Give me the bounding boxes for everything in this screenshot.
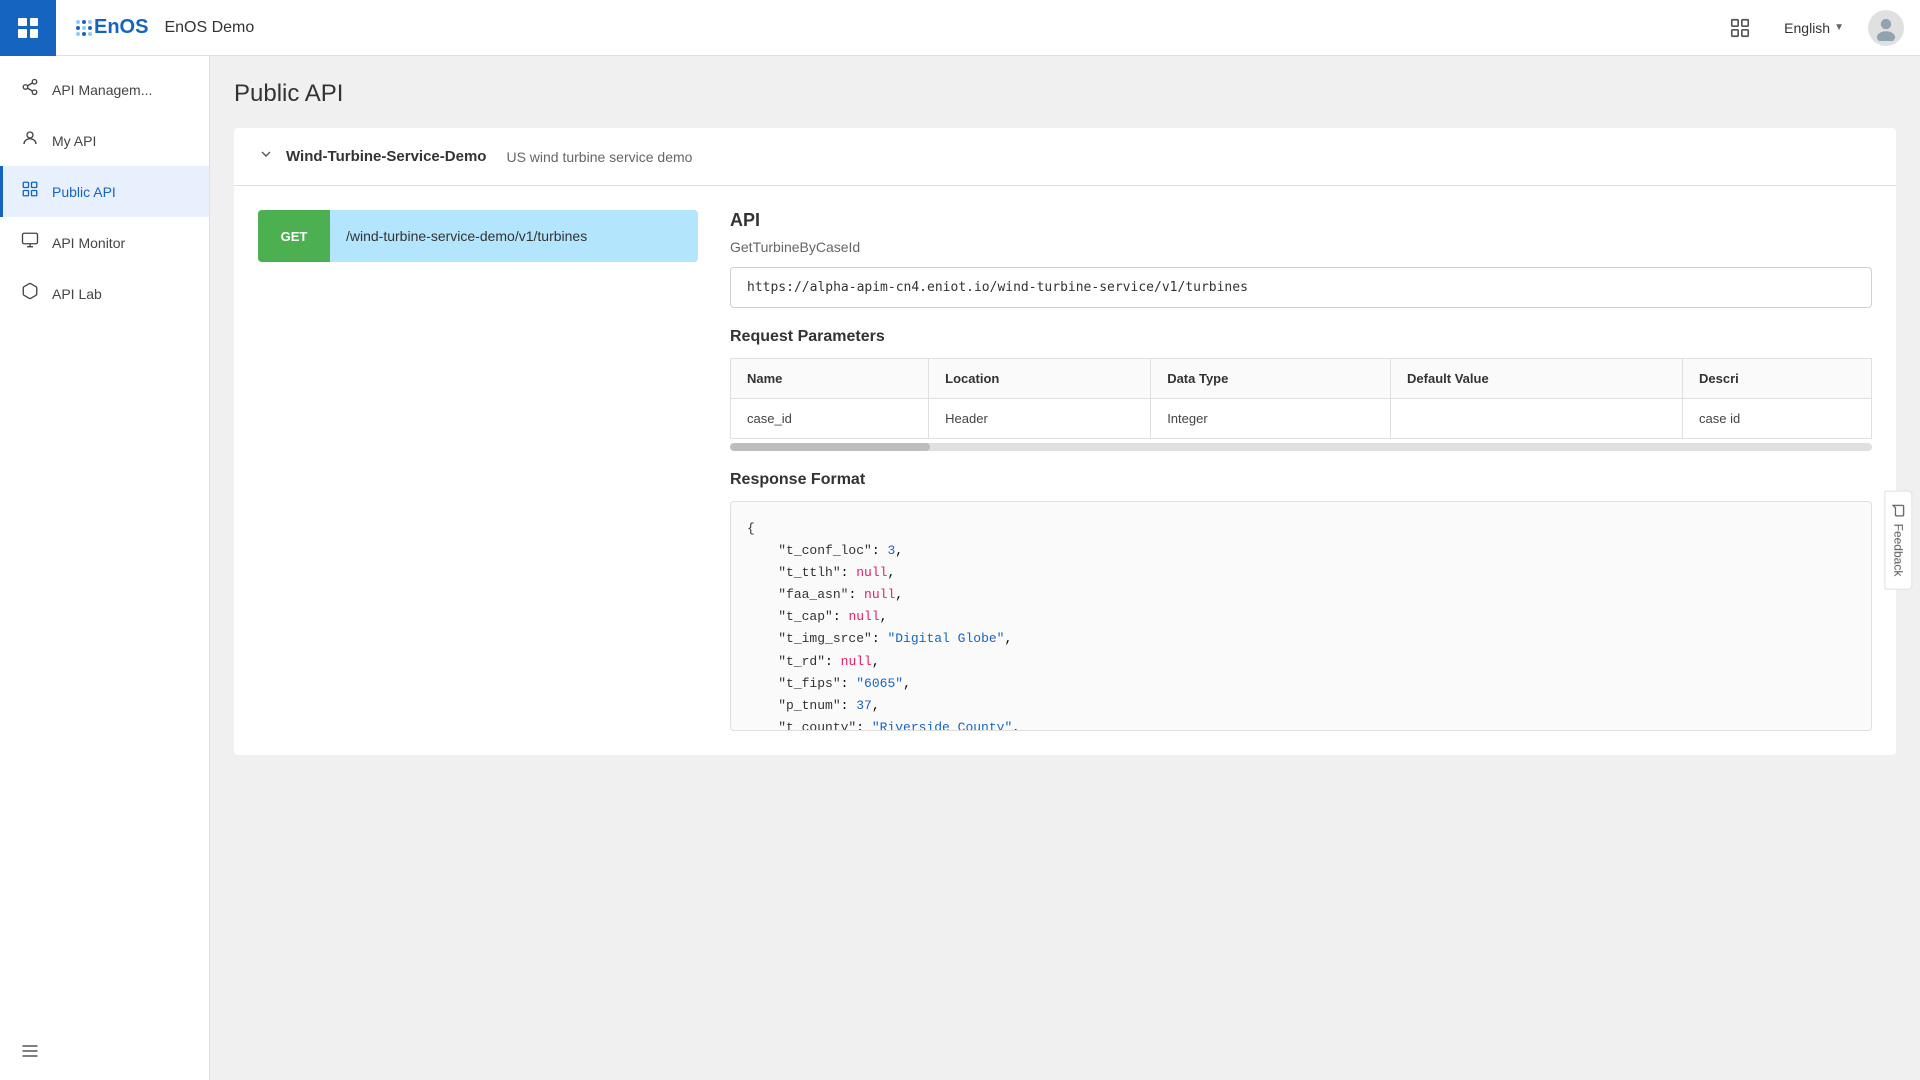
grid-apps-icon (20, 180, 40, 203)
language-label: English (1784, 20, 1830, 36)
chat-icon (1892, 504, 1906, 518)
logo-dots (76, 20, 92, 36)
endpoint-item[interactable]: GET /wind-turbine-service-demo/v1/turbin… (258, 210, 698, 262)
enos-logo: EnOS (76, 16, 148, 39)
sidebar-item-api-monitor[interactable]: API Monitor (0, 217, 209, 268)
api-section-title: API (730, 210, 1872, 231)
sidebar-item-api-lab[interactable]: API Lab (0, 268, 209, 319)
header-right: English ▼ (1720, 8, 1904, 48)
param-desc: case id (1683, 399, 1872, 439)
grid-icon (18, 18, 38, 38)
sidebar-item-label: My API (52, 133, 96, 149)
chevron-down-icon (258, 146, 274, 167)
content-area: Public API Wind-Turbine-Service-Demo US … (210, 56, 1920, 1080)
endpoint-path: /wind-turbine-service-demo/v1/turbines (330, 228, 603, 244)
language-selector[interactable]: English ▼ (1776, 16, 1852, 40)
feedback-tab[interactable]: Feedback (1885, 491, 1913, 590)
box-icon (20, 282, 40, 305)
top-header: EnOS EnOS Demo English ▼ (0, 0, 1920, 56)
api-details: API GetTurbineByCaseId https://alpha-api… (730, 210, 1872, 731)
sidebar-item-api-management[interactable]: API Managem... (0, 64, 209, 115)
col-default-value: Default Value (1391, 359, 1683, 399)
feedback-label: Feedback (1892, 524, 1906, 577)
col-description: Descri (1683, 359, 1872, 399)
param-default (1391, 399, 1683, 439)
notifications-button[interactable] (1720, 8, 1760, 48)
header-left: EnOS EnOS Demo (16, 0, 1720, 56)
monitor-icon (20, 231, 40, 254)
table-row: case_id Header Integer case id (731, 399, 1872, 439)
param-name: case_id (731, 399, 929, 439)
share-icon (20, 78, 40, 101)
main-layout: API Managem... My API Public API (0, 56, 1920, 1080)
scroll-thumb (730, 443, 930, 451)
logo-text: EnOS (94, 16, 148, 39)
params-table: Name Location Data Type Default Value De… (730, 358, 1872, 439)
param-location: Header (929, 399, 1151, 439)
sidebar-item-public-api[interactable]: Public API (0, 166, 209, 217)
user-avatar[interactable] (1868, 10, 1904, 46)
service-header[interactable]: Wind-Turbine-Service-Demo US wind turbin… (234, 128, 1896, 186)
request-params-title: Request Parameters (730, 328, 1872, 346)
logo-area: EnOS EnOS Demo (76, 16, 254, 39)
sidebar-item-label: API Lab (52, 286, 102, 302)
api-card: Wind-Turbine-Service-Demo US wind turbin… (234, 128, 1896, 755)
col-location: Location (929, 359, 1151, 399)
service-name: Wind-Turbine-Service-Demo (286, 148, 486, 165)
method-badge: GET (258, 210, 330, 262)
app-title: EnOS Demo (164, 19, 254, 37)
chevron-down-icon: ▼ (1834, 22, 1844, 33)
table-scrollbar[interactable] (730, 443, 1872, 451)
sidebar: API Managem... My API Public API (0, 56, 210, 1080)
endpoint-list: GET /wind-turbine-service-demo/v1/turbin… (258, 210, 698, 731)
sidebar-collapse-button[interactable] (0, 1027, 209, 1080)
col-name: Name (731, 359, 929, 399)
sidebar-item-my-api[interactable]: My API (0, 115, 209, 166)
response-code-block: { "t_conf_loc": 3, "t_ttlh": null, "faa_… (730, 501, 1872, 731)
api-name: GetTurbineByCaseId (730, 239, 1872, 255)
sidebar-item-label: Public API (52, 184, 116, 200)
sidebar-item-label: API Monitor (52, 235, 125, 251)
api-url: https://alpha-apim-cn4.eniot.io/wind-tur… (730, 267, 1872, 308)
api-content: GET /wind-turbine-service-demo/v1/turbin… (234, 186, 1896, 755)
app-grid-button[interactable] (0, 0, 56, 56)
service-description: US wind turbine service demo (506, 149, 692, 165)
sidebar-item-label: API Managem... (52, 82, 152, 98)
response-format-title: Response Format (730, 471, 1872, 489)
param-type: Integer (1151, 399, 1391, 439)
user-icon (20, 129, 40, 152)
page-title: Public API (234, 80, 1896, 108)
col-data-type: Data Type (1151, 359, 1391, 399)
